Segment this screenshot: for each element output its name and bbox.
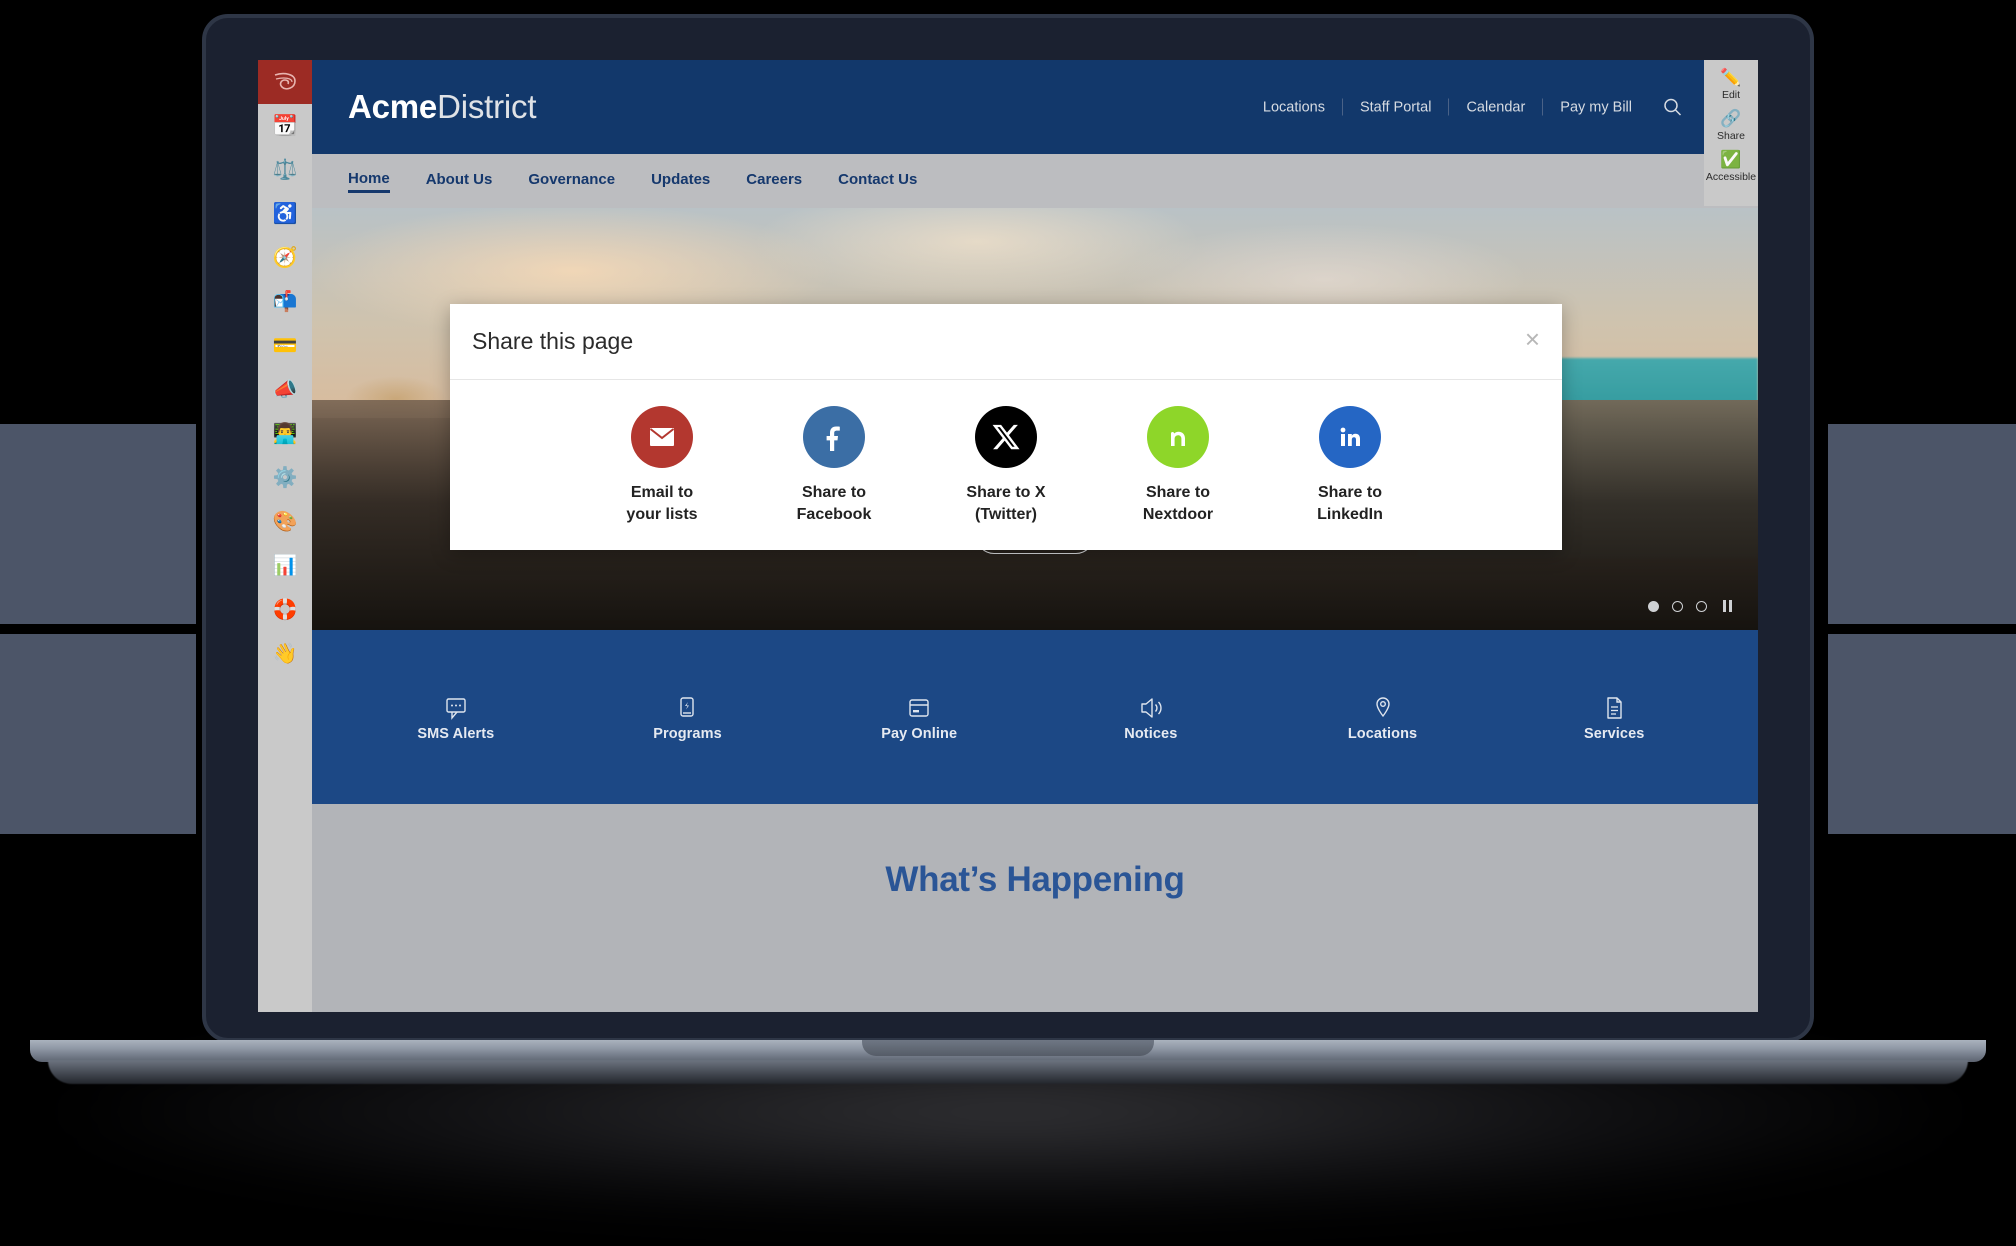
background-panel: [1828, 634, 2016, 834]
share-label-line1: Share to: [1145, 484, 1210, 501]
background-panel: [0, 634, 196, 834]
share-dialog: Share this page × Email to your lists Sh…: [450, 304, 1562, 550]
linkedin-icon: [1319, 406, 1381, 468]
screenshot-stage: 📆 ⚖️ ♿ 🧭 📬 💳 📣 👨‍💻 ⚙️ 🎨 📊 🛟 👋 AcmeDistri…: [0, 0, 2016, 1246]
share-label-line2: LinkedIn: [1317, 505, 1383, 523]
laptop-base-lip: [48, 1060, 1968, 1084]
background-panel: [1828, 424, 2016, 624]
share-label-line1: Share to X: [966, 484, 1046, 501]
close-icon[interactable]: ×: [1525, 326, 1540, 352]
share-option-nextdoor[interactable]: Share to Nextdoor: [1112, 406, 1244, 525]
dialog-title: Share this page: [472, 328, 634, 354]
share-option-label: Share to LinkedIn: [1284, 482, 1416, 525]
share-label-line2: your lists: [626, 505, 698, 523]
share-label-line2: Facebook: [796, 505, 872, 523]
pencil-icon: ✏️: [1720, 68, 1742, 87]
share-option-label: Share to X (Twitter): [940, 482, 1072, 525]
accessible-button[interactable]: ✅ Accessible: [1704, 150, 1758, 183]
facebook-icon: [803, 406, 865, 468]
share-icon: 🔗: [1720, 109, 1742, 128]
dialog-header: Share this page ×: [450, 304, 1562, 380]
share-label-line1: Share to: [1317, 484, 1382, 501]
share-option-email[interactable]: Email to your lists: [596, 406, 728, 525]
share-option-facebook[interactable]: Share to Facebook: [768, 406, 900, 525]
share-option-linkedin[interactable]: Share to LinkedIn: [1284, 406, 1416, 525]
x-twitter-icon: [975, 406, 1037, 468]
share-label-line2: Nextdoor: [1142, 505, 1214, 523]
background-panel: [0, 424, 196, 624]
share-option-label: Email to your lists: [596, 482, 728, 525]
edit-label: Edit: [1721, 89, 1741, 101]
modal-overlay: Share this page × Email to your lists Sh…: [258, 60, 1758, 1012]
accessible-label: Accessible: [1705, 171, 1757, 183]
edit-button[interactable]: ✏️ Edit: [1704, 68, 1758, 101]
check-mark-icon: ✅: [1720, 150, 1742, 169]
nextdoor-icon: [1147, 406, 1209, 468]
laptop-base-notch: [862, 1040, 1154, 1056]
share-button[interactable]: 🔗 Share: [1704, 109, 1758, 142]
envelope-icon: [631, 406, 693, 468]
share-label-line2: (Twitter): [975, 505, 1037, 523]
share-label-line1: Email to: [630, 484, 694, 501]
share-option-x-twitter[interactable]: Share to X (Twitter): [940, 406, 1072, 525]
share-option-label: Share to Nextdoor: [1112, 482, 1244, 525]
share-label-line1: Share to: [801, 484, 866, 501]
dialog-body: Email to your lists Share to Facebook Sh…: [450, 380, 1562, 525]
cms-toolbar: ✏️ Edit 🔗 Share ✅ Accessible: [1704, 60, 1758, 206]
share-option-label: Share to Facebook: [768, 482, 900, 525]
share-label: Share: [1716, 130, 1746, 142]
browser-screen: 📆 ⚖️ ♿ 🧭 📬 💳 📣 👨‍💻 ⚙️ 🎨 📊 🛟 👋 AcmeDistri…: [258, 60, 1758, 1012]
